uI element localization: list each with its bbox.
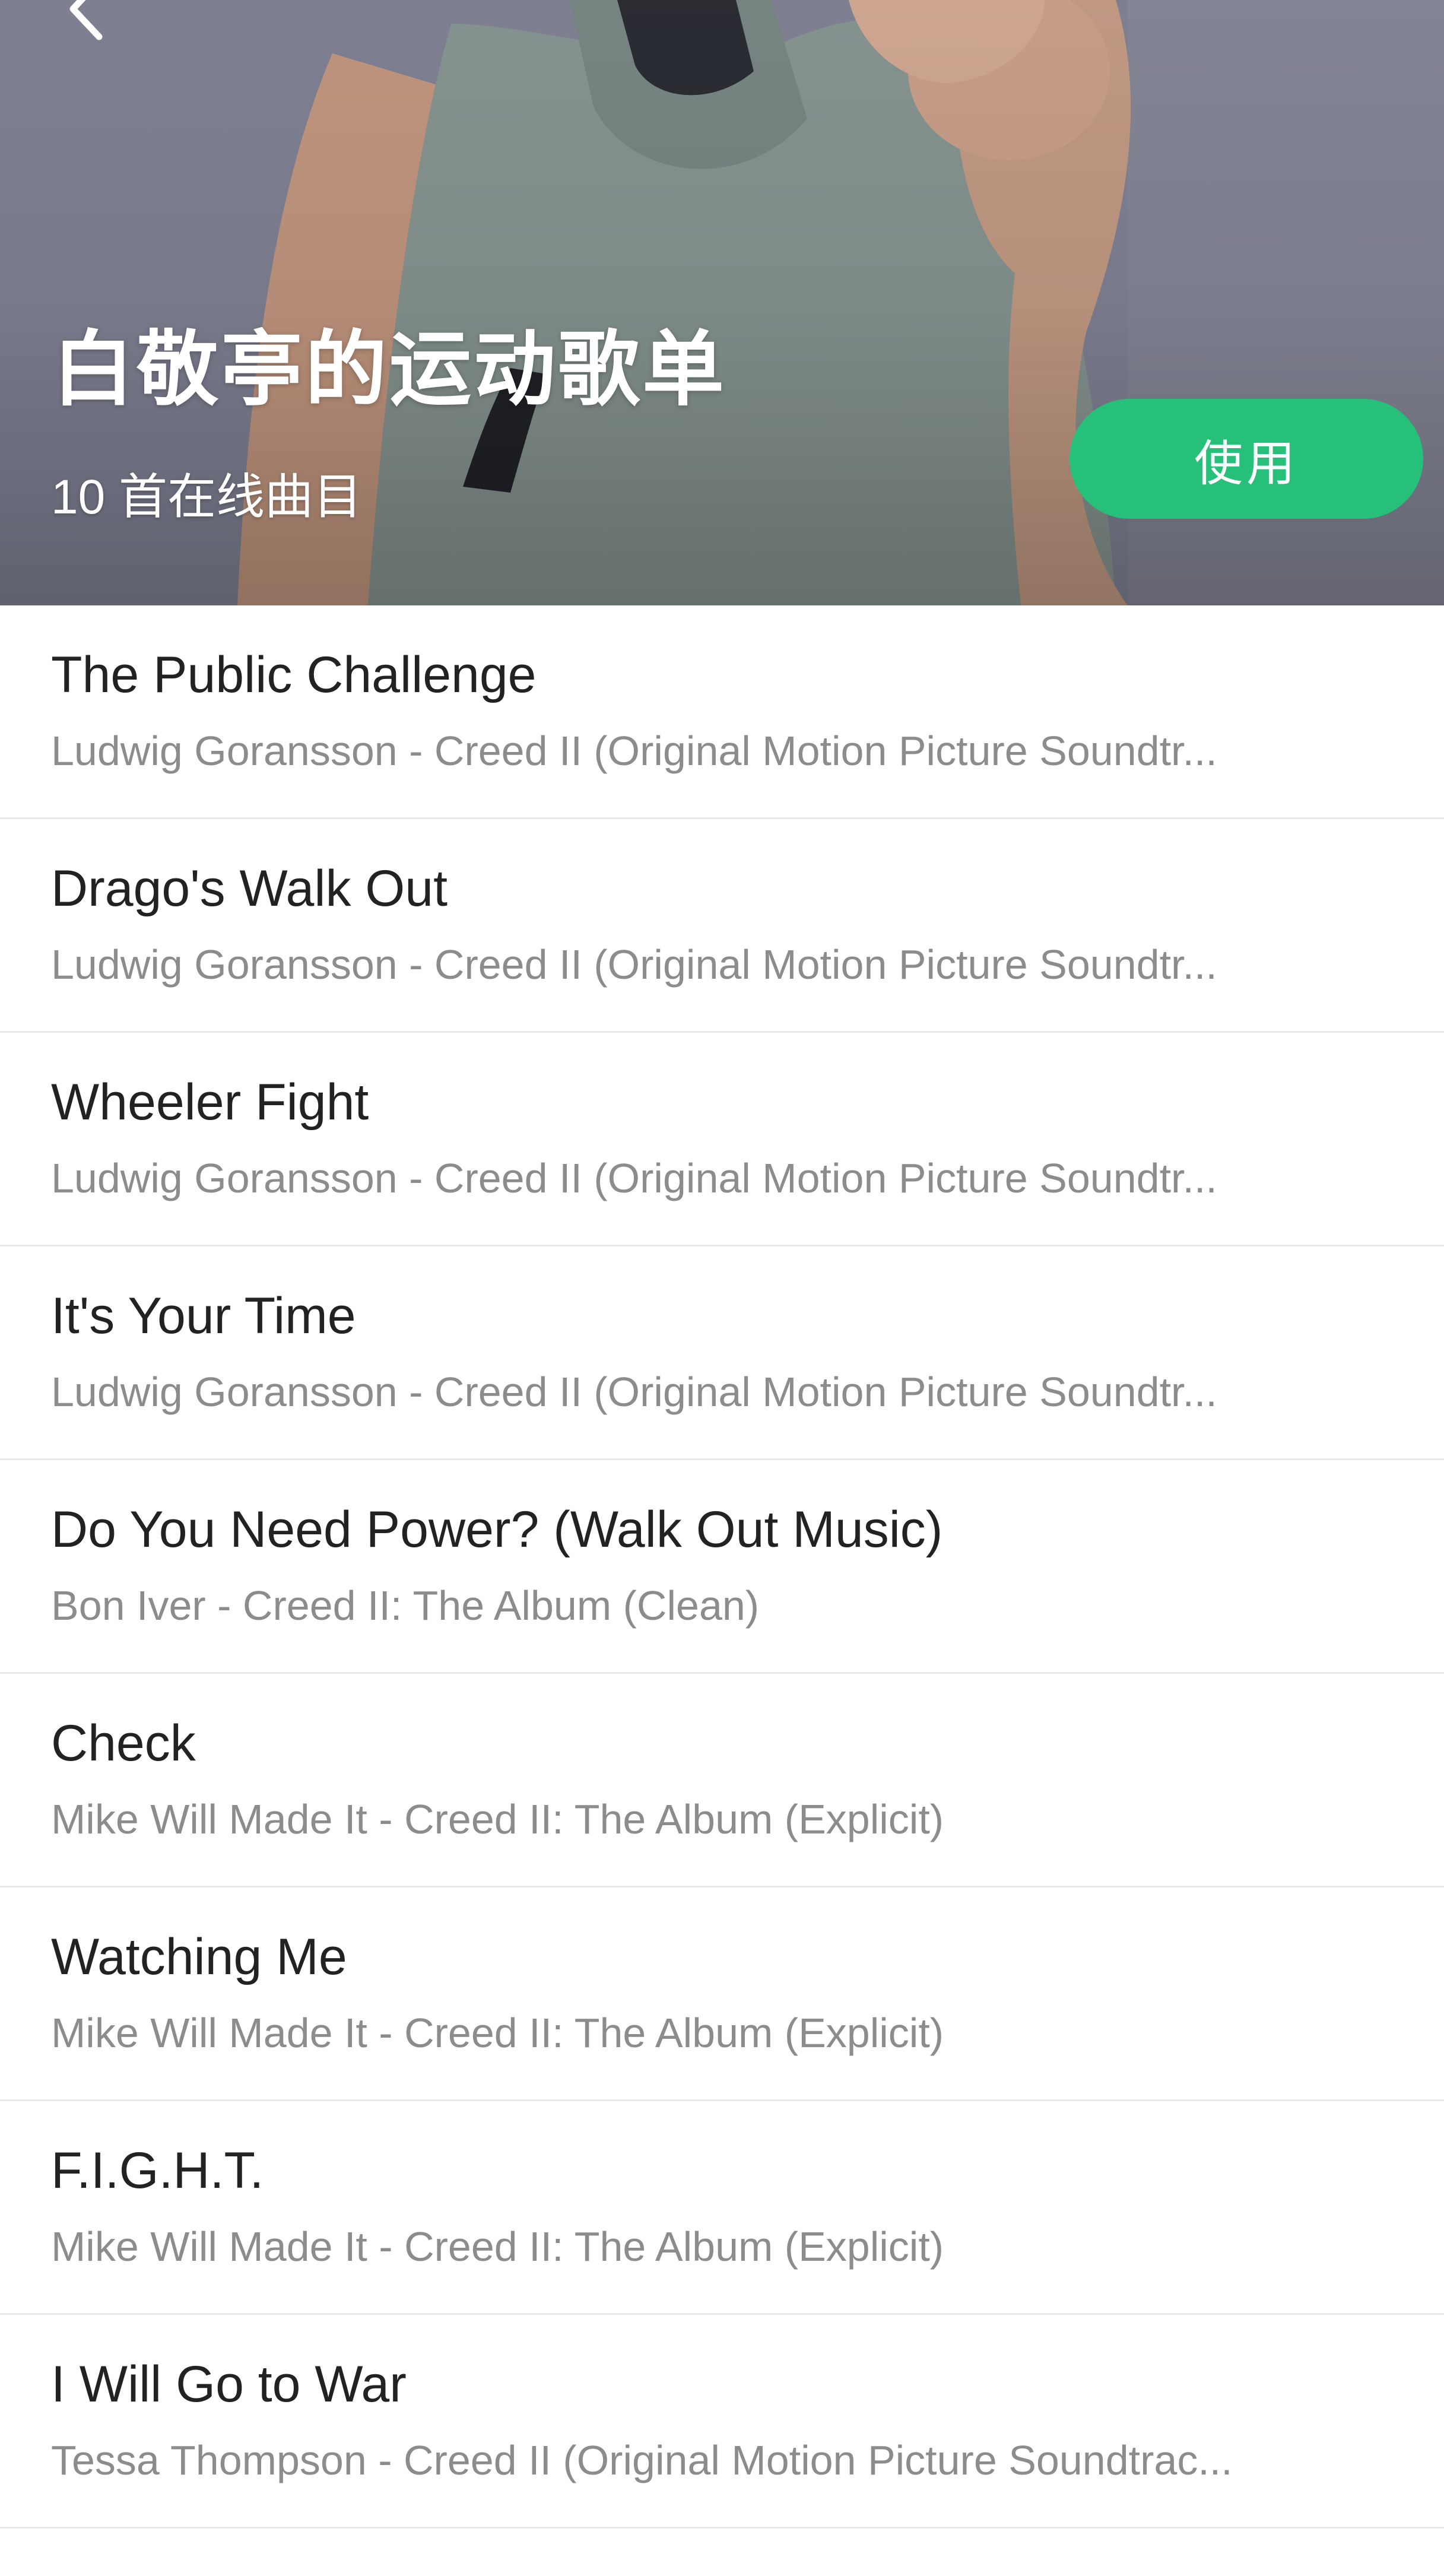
track-row[interactable]: Wheeler Fight Ludwig Goransson - Creed I… xyxy=(0,1033,1444,1246)
back-button[interactable] xyxy=(53,0,119,42)
track-row[interactable]: It's Your Time Ludwig Goransson - Creed … xyxy=(0,1246,1444,1460)
playlist-header: 白敬亭的运动歌单 10 首在线曲目 使用 xyxy=(0,0,1444,605)
track-artist-album: Mike Will Made It - Creed II: The Album … xyxy=(51,2223,944,2270)
track-title: Do You Need Power? (Walk Out Music) xyxy=(51,1501,943,1558)
track-row[interactable]: Do You Need Power? (Walk Out Music) Bon … xyxy=(0,1460,1444,1674)
track-title: Check xyxy=(51,1715,196,1772)
track-artist-album: Bon Iver - Creed II: The Album (Clean) xyxy=(51,1582,760,1629)
track-artist-album: Ludwig Goransson - Creed II (Original Mo… xyxy=(51,728,1217,774)
chevron-left-icon xyxy=(69,0,103,40)
playlist-page: 白敬亭的运动歌单 10 首在线曲目 使用 The Public Challeng… xyxy=(0,0,1444,2576)
track-row[interactable]: Watching Me Mike Will Made It - Creed II… xyxy=(0,1887,1444,2101)
track-title: F.I.G.H.T. xyxy=(51,2142,264,2199)
track-title: It's Your Time xyxy=(51,1287,356,1344)
track-title: Watching Me xyxy=(51,1928,347,1985)
track-count: 10 首在线曲目 xyxy=(51,470,362,524)
track-list: The Public Challenge Ludwig Goransson - … xyxy=(0,605,1444,2576)
track-artist-album: Mike Will Made It - Creed II: The Album … xyxy=(51,2010,944,2056)
track-artist-album: Ludwig Goransson - Creed II (Original Mo… xyxy=(51,941,1217,988)
track-row[interactable]: F.I.G.H.T. Mike Will Made It - Creed II:… xyxy=(0,2101,1444,2315)
track-title: The Public Challenge xyxy=(51,646,537,703)
track-row[interactable]: I Will Go to War Tessa Thompson - Creed … xyxy=(0,2315,1444,2529)
track-row[interactable]: The Public Challenge Ludwig Goransson - … xyxy=(0,605,1444,819)
track-title: I Will Go to War xyxy=(51,2356,407,2413)
playlist-title: 白敬亭的运动歌单 xyxy=(52,324,727,415)
use-button[interactable]: 使用 xyxy=(1069,399,1423,519)
track-title: Drago's Walk Out xyxy=(51,860,448,917)
track-artist-album: Ludwig Goransson - Creed II (Original Mo… xyxy=(51,1369,1217,1415)
track-artist-album: Tessa Thompson - Creed II (Original Moti… xyxy=(51,2437,1233,2483)
track-row[interactable]: Check Mike Will Made It - Creed II: The … xyxy=(0,1674,1444,1887)
track-artist-album: Ludwig Goransson - Creed II (Original Mo… xyxy=(51,1155,1217,1201)
track-artist-album: Mike Will Made It - Creed II: The Album … xyxy=(51,1796,944,1842)
track-title: Wheeler Fight xyxy=(51,1074,369,1131)
track-row[interactable]: Drago's Walk Out Ludwig Goransson - Cree… xyxy=(0,819,1444,1033)
